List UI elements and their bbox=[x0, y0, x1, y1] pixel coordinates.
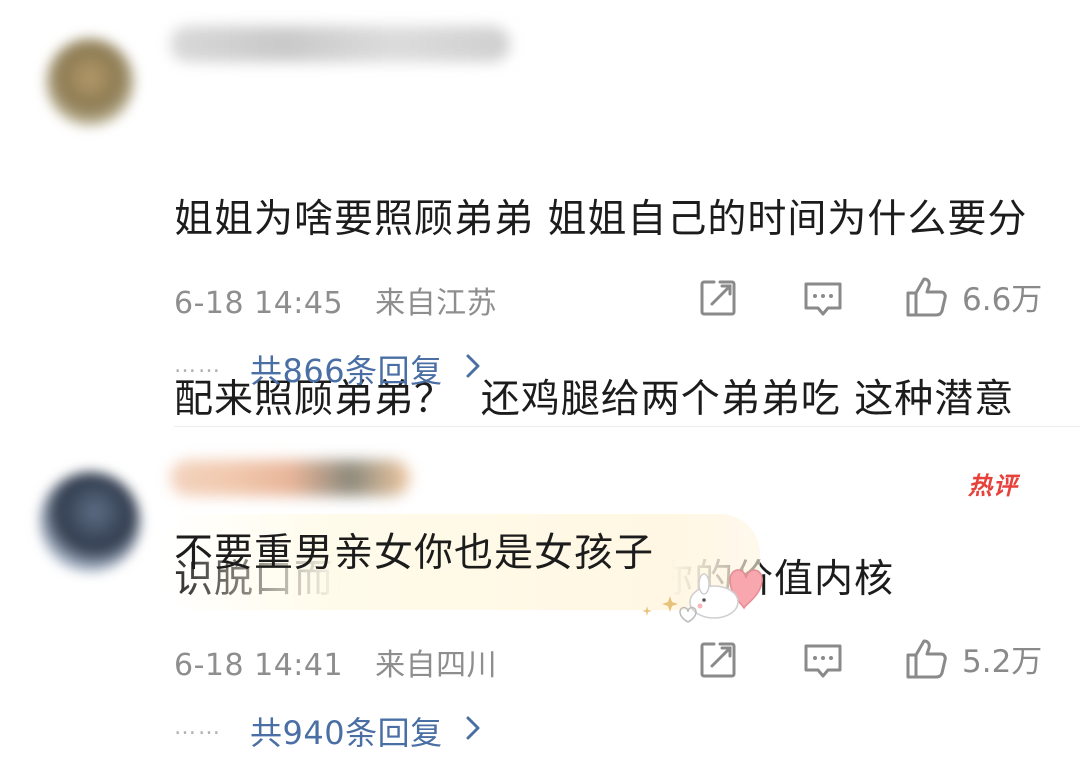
avatar[interactable] bbox=[46, 38, 134, 126]
comment-button[interactable] bbox=[802, 640, 844, 682]
comment-meta: 6-18 14:41 来自四川 bbox=[174, 640, 497, 684]
username-blurred[interactable] bbox=[170, 460, 410, 496]
username-blurred[interactable] bbox=[170, 26, 510, 62]
share-button[interactable] bbox=[698, 640, 738, 680]
comment-text: 不要重男亲女你也是女孩子 bbox=[174, 531, 655, 576]
comment-card-2: 热评 不要重男亲女你也是女孩子 6-18 14:41 来自四川 5.2万 …… … bbox=[0, 428, 1080, 780]
view-replies-link[interactable]: …… 共866条回复 bbox=[174, 346, 481, 392]
timestamp: 6-18 14:41 bbox=[174, 648, 344, 683]
location: 来自四川 bbox=[375, 648, 498, 683]
view-replies-link[interactable]: …… 共940条回复 bbox=[174, 708, 481, 754]
reply-count: 共866条回复 bbox=[250, 352, 443, 390]
comment-icon bbox=[802, 640, 844, 682]
share-icon bbox=[698, 640, 738, 680]
comment-meta: 6-18 14:45 来自江苏 bbox=[174, 278, 497, 322]
like-count: 5.2万 bbox=[962, 644, 1043, 680]
timestamp: 6-18 14:45 bbox=[174, 286, 344, 321]
share-button[interactable] bbox=[698, 278, 738, 318]
reply-count: 共940条回复 bbox=[250, 714, 443, 752]
like-count: 6.6万 bbox=[962, 282, 1043, 318]
avatar[interactable] bbox=[40, 472, 140, 572]
thumbs-up-icon bbox=[904, 275, 948, 319]
comment-text-line: 姐姐为啥要照顾弟弟 姐姐自己的时间为什么要分 bbox=[174, 197, 1028, 242]
bunny-heart-sticker bbox=[640, 558, 766, 628]
like-button[interactable]: 5.2万 bbox=[904, 636, 1042, 681]
thumbs-up-icon bbox=[904, 637, 948, 681]
comment-button[interactable] bbox=[802, 278, 844, 320]
chevron-right-icon bbox=[465, 353, 481, 386]
ellipsis: …… bbox=[174, 352, 222, 378]
like-button[interactable]: 6.6万 bbox=[904, 274, 1042, 319]
comment-icon bbox=[802, 278, 844, 320]
chevron-right-icon bbox=[465, 715, 481, 748]
share-icon bbox=[698, 278, 738, 318]
comment-card-1: 姐姐为啥要照顾弟弟 姐姐自己的时间为什么要分 配来照顾弟弟？ 还鸡腿给两个弟弟吃… bbox=[0, 0, 1080, 602]
location: 来自江苏 bbox=[375, 286, 498, 321]
divider bbox=[174, 426, 1080, 427]
ellipsis: …… bbox=[174, 714, 222, 740]
hot-comment-badge: 热评 bbox=[968, 472, 1018, 500]
